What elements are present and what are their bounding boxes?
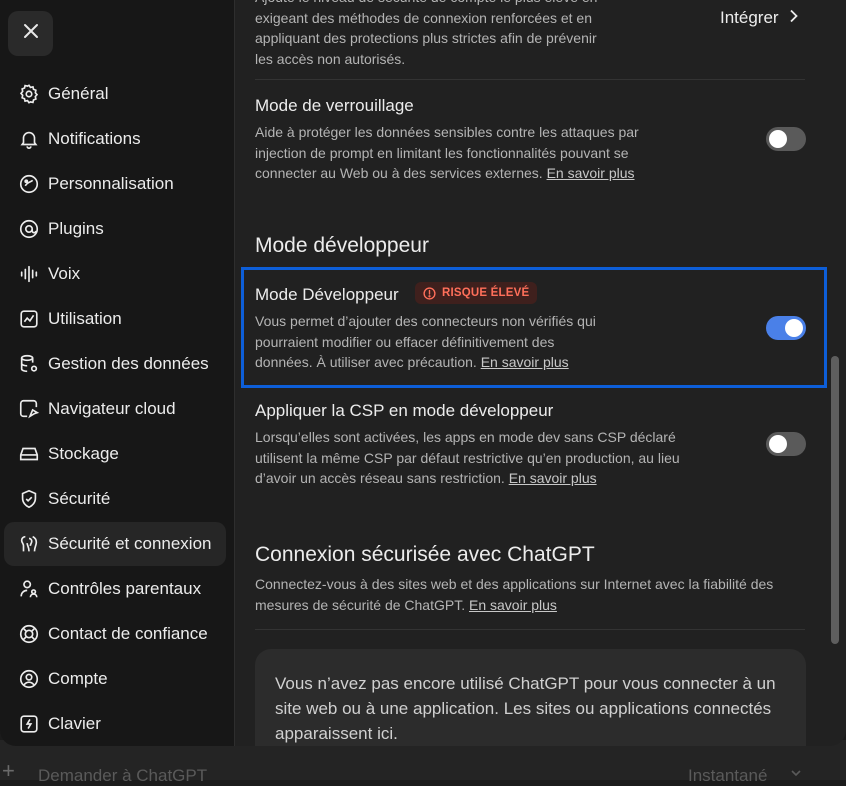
- composer-placeholder: Demander à ChatGPT: [38, 766, 208, 785]
- sidebar-item-parental-controls[interactable]: Contrôles parentaux: [4, 567, 226, 611]
- sidebar-item-label: Plugins: [48, 219, 104, 238]
- waveform-icon: [17, 262, 41, 286]
- sidebar-item-storage[interactable]: Stockage: [4, 432, 226, 476]
- sidebar-item-account[interactable]: Compte: [4, 657, 226, 701]
- toggle-knob: [769, 435, 787, 453]
- gear-icon: [17, 82, 41, 106]
- sidebar-item-security-login[interactable]: Sécurité et connexion: [4, 522, 226, 566]
- sidebar-item-label: Contrôles parentaux: [48, 579, 202, 598]
- background-composer: + Demander à ChatGPT Instantané: [0, 740, 846, 785]
- sidebar-item-keyboard[interactable]: Clavier: [4, 702, 226, 746]
- shield-icon: [17, 487, 41, 511]
- lockdown-toggle[interactable]: [766, 127, 806, 151]
- secure-login-title: Connexion sécurisée avec ChatGPT: [255, 543, 595, 566]
- sidebar-item-label: Sécurité et connexion: [48, 534, 212, 553]
- developer-section-title: Mode développeur: [255, 234, 429, 257]
- divider: [255, 629, 805, 630]
- sidebar-item-plugins[interactable]: Plugins: [4, 207, 226, 251]
- sidebar-item-label: Gestion des données: [48, 354, 209, 373]
- sidebar-item-label: Compte: [48, 669, 108, 688]
- sidebar-item-security[interactable]: Sécurité: [4, 477, 226, 521]
- sidebar-item-usage[interactable]: Utilisation: [4, 297, 226, 341]
- sidebar-item-cloud-browser[interactable]: Navigateur cloud: [4, 387, 226, 431]
- divider: [255, 79, 805, 80]
- sidebar-item-personalization[interactable]: Personnalisation: [4, 162, 226, 206]
- csp-description: Lorsqu’elles sont activées, les apps en …: [255, 427, 695, 489]
- lockdown-title: Mode de verrouillage: [255, 96, 414, 115]
- sidebar-item-voice[interactable]: Voix: [4, 252, 226, 296]
- cloud-browser-icon: [17, 397, 41, 421]
- lockdown-learn-more-link[interactable]: En savoir plus: [547, 165, 635, 181]
- empty-state-text: Vous n’avez pas encore utilisé ChatGPT p…: [275, 674, 776, 743]
- csp-description-text: Lorsqu’elles sont activées, les apps en …: [255, 429, 680, 486]
- plugins-icon: [17, 217, 41, 241]
- storage-icon: [17, 442, 41, 466]
- parental-icon: [17, 577, 41, 601]
- integrate-label: Intégrer: [720, 8, 779, 27]
- sidebar-item-label: Personnalisation: [48, 174, 174, 193]
- lifebuoy-icon: [17, 622, 41, 646]
- integrate-button[interactable]: Intégrer: [720, 7, 799, 29]
- sidebar-item-label: Notifications: [48, 129, 141, 148]
- content-scrollbar[interactable]: [831, 356, 839, 644]
- sidebar-item-label: Sécurité: [48, 489, 111, 508]
- sidebar-item-label: Contact de confiance: [48, 624, 208, 643]
- close-icon: [22, 22, 40, 45]
- sidebar-item-data-controls[interactable]: Gestion des données: [4, 342, 226, 386]
- plus-icon: +: [2, 758, 15, 783]
- chart-icon: [17, 307, 41, 331]
- csp-title: Appliquer la CSP en mode développeur: [255, 401, 554, 420]
- bell-icon: [17, 127, 41, 151]
- sidebar-item-notifications[interactable]: Notifications: [4, 117, 226, 161]
- personalization-icon: [17, 172, 41, 196]
- sidebar-item-label: Clavier: [48, 714, 101, 733]
- account-icon: [17, 667, 41, 691]
- secure-login-learn-more-link[interactable]: En savoir plus: [469, 597, 557, 613]
- trusted-access-description: Ajoute le niveau de sécurité de compte l…: [255, 0, 597, 67]
- sidebar-item-label: Navigateur cloud: [48, 399, 176, 418]
- model-label: Instantané: [688, 766, 768, 785]
- database-icon: [17, 352, 41, 376]
- close-button[interactable]: [8, 11, 53, 56]
- sidebar-item-label: Stockage: [48, 444, 119, 463]
- settings-sidebar: Général Notifications Personnalisation P…: [0, 0, 235, 746]
- secure-login-empty-state: Vous n’avez pas encore utilisé ChatGPT p…: [255, 649, 806, 746]
- sidebar-item-label: Général: [48, 84, 109, 103]
- lockdown-description: Aide à protéger les données sensibles co…: [255, 122, 675, 184]
- csp-toggle[interactable]: [766, 432, 806, 456]
- sidebar-item-trusted-contact[interactable]: Contact de confiance: [4, 612, 226, 656]
- secure-login-description: Connectez-vous à des sites web et des ap…: [255, 574, 810, 615]
- security-login-icon: [17, 532, 41, 556]
- sidebar-item-label: Voix: [48, 264, 81, 283]
- sidebar-item-general[interactable]: Général: [4, 72, 226, 116]
- chevron-right-icon: [789, 9, 799, 28]
- settings-modal: Général Notifications Personnalisation P…: [0, 0, 846, 746]
- chevron-down-icon: [790, 764, 802, 784]
- dev-mode-highlight: [241, 267, 827, 388]
- sidebar-item-label: Utilisation: [48, 309, 122, 328]
- csp-learn-more-link[interactable]: En savoir plus: [509, 470, 597, 486]
- toggle-knob: [769, 130, 787, 148]
- keyboard-icon: [17, 712, 41, 736]
